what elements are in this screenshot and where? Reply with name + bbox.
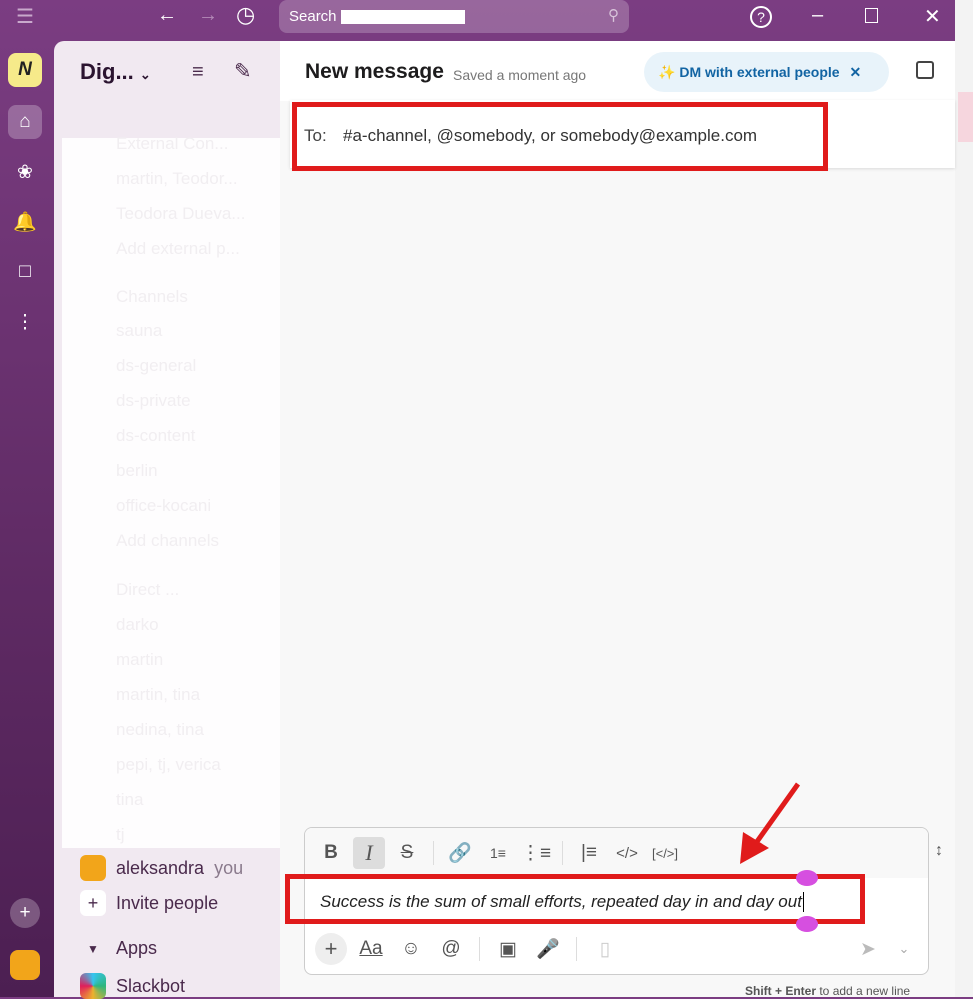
redacted-workspace	[340, 10, 465, 25]
formatting-toolbar: B I S 🔗 1≡ ⋮≡ |≡ </> [</>]	[305, 828, 928, 878]
search-icon: ⚲	[608, 7, 619, 24]
video-icon[interactable]: ▣	[492, 933, 524, 965]
sidebar-item-faded[interactable]: berlin	[116, 461, 158, 481]
back-icon[interactable]: ←	[157, 4, 177, 27]
forward-icon[interactable]: →	[198, 4, 218, 27]
bulleted-list-icon[interactable]: ⋮≡	[520, 837, 552, 869]
avatar	[80, 855, 106, 881]
history-icon[interactable]: ◷	[236, 2, 255, 28]
strikethrough-icon[interactable]: S	[391, 837, 423, 869]
emoji-icon[interactable]: ☺	[395, 933, 427, 965]
menu-icon[interactable]: ☰	[16, 4, 34, 29]
sidebar-item-faded[interactable]: Direct ...	[116, 580, 179, 600]
slackbot-item[interactable]: Slackbot	[80, 973, 185, 999]
background-window-pink	[958, 92, 973, 142]
minimize-icon[interactable]: –	[812, 4, 823, 27]
compose-icon[interactable]: ✎	[234, 59, 252, 84]
sidebar-item-faded[interactable]: ds-general	[116, 356, 196, 376]
code-icon[interactable]: </>	[611, 837, 643, 869]
caret-down-icon: ▼	[87, 941, 99, 956]
composer-actions: + Aa ☺ @ ▣ 🎤 ▯ ➤ ⌄	[305, 924, 928, 974]
search-label: Search	[289, 8, 337, 25]
plus-icon: +	[80, 890, 106, 916]
slash-command-icon[interactable]: ▯	[589, 933, 621, 965]
add-workspace-icon[interactable]: +	[10, 898, 40, 928]
sidebar-item-faded[interactable]: External Con...	[116, 134, 228, 154]
close-icon[interactable]: ✕	[849, 64, 861, 80]
invite-people-button[interactable]: + Invite people	[80, 890, 218, 916]
sidebar-item-faded[interactable]: nedina, tina	[116, 720, 204, 740]
sidebar-item-faded[interactable]: martin	[116, 650, 163, 670]
search-bar[interactable]: Search ⚲	[279, 0, 629, 33]
workspace-name[interactable]: Dig... ⌄	[80, 59, 151, 85]
close-window-icon[interactable]: ✕	[924, 4, 941, 29]
sidebar-item-faded[interactable]: Channels	[116, 287, 188, 307]
sidebar-item-faded[interactable]: martin, tina	[116, 685, 200, 705]
sidebar-item-faded[interactable]: tj	[116, 825, 125, 845]
sparkle-icon: ✨	[658, 64, 676, 80]
dms-icon[interactable]: ❀	[8, 155, 42, 189]
sidebar-item-faded[interactable]: darko	[116, 615, 159, 635]
selection-handle-top	[796, 870, 818, 886]
send-icon[interactable]: ➤	[852, 933, 884, 965]
link-icon[interactable]: 🔗	[444, 837, 476, 869]
saved-status: Saved a moment ago	[453, 67, 587, 83]
activity-bell-icon[interactable]: 🔔	[8, 205, 42, 239]
dm-external-badge[interactable]: ✨ DM with external people ✕	[644, 52, 889, 92]
sidebar-item-faded[interactable]: tina	[116, 790, 143, 810]
sidebar-item-faded[interactable]: ds-content	[116, 426, 195, 446]
user-avatar[interactable]	[10, 950, 40, 980]
format-text-icon[interactable]: Aa	[355, 933, 387, 965]
selection-handle-bottom	[796, 916, 818, 932]
page-title: New message	[305, 60, 444, 83]
more-icon[interactable]: ⋮	[8, 305, 42, 339]
code-block-icon[interactable]: [</>]	[649, 837, 681, 869]
sidebar-item-faded[interactable]: office-kocani	[116, 496, 211, 516]
sidebar-item-faded[interactable]: Add channels	[116, 531, 219, 551]
sidebar-item-faded[interactable]: ds-private	[116, 391, 191, 411]
sidebar-item-faded[interactable]: martin, Teodor...	[116, 169, 238, 189]
microphone-icon[interactable]: 🎤	[532, 933, 564, 965]
sidebar-item-faded[interactable]: Add external p...	[116, 239, 240, 259]
sidebar-item-faded[interactable]: Teodora Dueva...	[116, 204, 245, 224]
sidebar-item-faded[interactable]: pepi, tj, verica	[116, 755, 221, 775]
expand-composer-icon[interactable]: ↕	[935, 842, 943, 860]
annotation-arrow	[740, 782, 801, 864]
plus-icon[interactable]: +	[315, 933, 347, 965]
apps-section[interactable]: ▼ Apps	[80, 938, 157, 959]
bold-icon[interactable]: B	[315, 837, 347, 869]
italic-icon[interactable]: I	[353, 837, 385, 869]
numbered-list-icon[interactable]: 1≡	[482, 837, 514, 869]
slackbot-avatar	[80, 973, 106, 999]
newline-hint: Shift + Enter to add a new line	[745, 984, 911, 998]
mention-icon[interactable]: @	[435, 933, 467, 965]
self-item[interactable]: aleksandra you	[80, 855, 243, 881]
header: New message Saved a moment ago ✨ DM with…	[280, 41, 955, 101]
home-icon[interactable]: ⌂	[8, 105, 42, 139]
background-window	[955, 0, 973, 997]
filter-icon[interactable]: ≡	[192, 61, 204, 84]
maximize-icon[interactable]	[865, 8, 878, 23]
chevron-down-icon: ⌄	[139, 67, 151, 82]
annotation-box-to	[292, 102, 828, 171]
help-icon[interactable]: ?	[750, 6, 772, 28]
bookmark-icon[interactable]: □	[8, 255, 42, 289]
sidebar-item-faded[interactable]: sauna	[116, 321, 162, 341]
send-options-chevron-icon[interactable]: ⌄	[888, 933, 920, 965]
annotation-box-message	[285, 874, 865, 924]
faded-sidebar-overlay: External Con... martin, Teodor... Teodora …	[62, 134, 284, 848]
new-window-icon[interactable]	[916, 61, 934, 79]
blockquote-icon[interactable]: |≡	[573, 837, 605, 869]
workspace-logo[interactable]: N	[8, 53, 42, 87]
